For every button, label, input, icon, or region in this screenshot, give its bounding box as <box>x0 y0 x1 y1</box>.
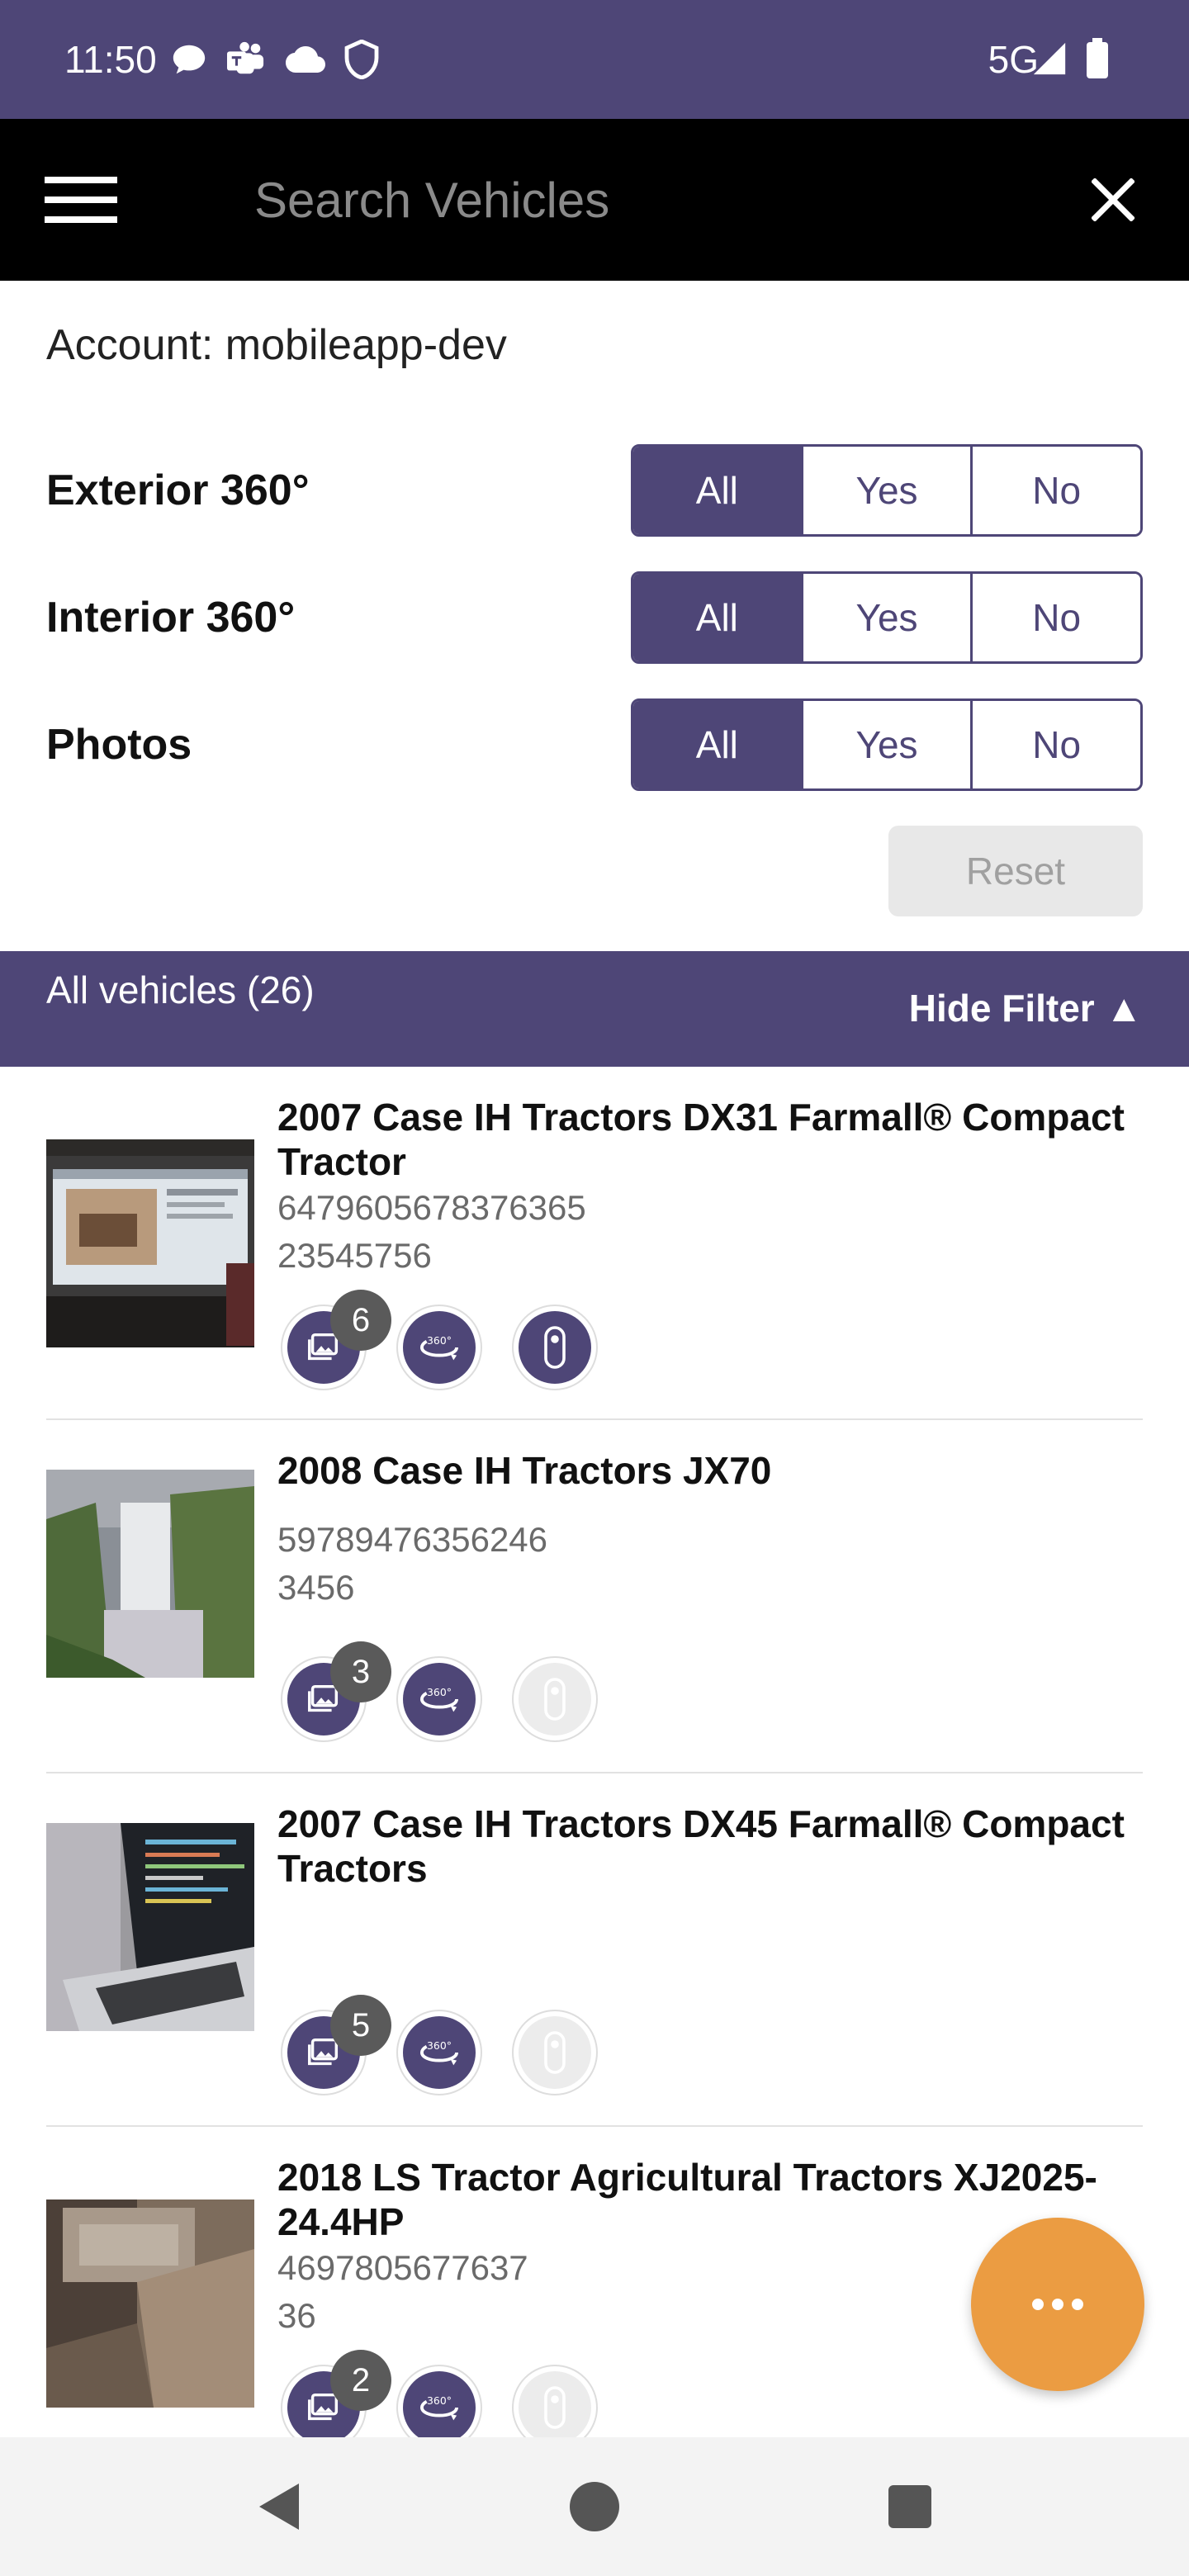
exterior-360-yes-option[interactable]: Yes <box>800 447 971 534</box>
back-button[interactable] <box>239 2477 319 2536</box>
teams-icon <box>225 40 268 78</box>
exterior-360-icon: 360° <box>420 2394 458 2421</box>
media-badges: 6 360° <box>281 1290 598 1390</box>
photos-toggle-group: All Yes No <box>631 698 1143 791</box>
status-time: 11:50 <box>64 38 157 81</box>
exterior-360-badge[interactable]: 360° <box>396 1305 482 1390</box>
photos-all-option[interactable]: All <box>633 701 801 788</box>
interior-360-all-option[interactable]: All <box>633 574 801 661</box>
cloud-icon <box>284 43 327 76</box>
list-item[interactable]: 2007 Case IH Tractors DX31 Farmall® Comp… <box>46 1067 1143 1420</box>
recents-button[interactable] <box>870 2477 950 2536</box>
battery-icon <box>1085 38 1110 83</box>
vehicle-thumbnail <box>46 1470 254 1678</box>
vehicle-thumbnail <box>46 1139 254 1347</box>
photo-count: 6 <box>330 1290 391 1351</box>
exterior-360-badge[interactable]: 360° <box>396 2010 482 2095</box>
photo-count: 5 <box>330 1995 391 2056</box>
svg-text:360°: 360° <box>427 1334 452 1347</box>
photos-badge[interactable]: 6 <box>281 1290 391 1390</box>
results-header: All vehicles (26) Hide Filter ▲ <box>0 951 1189 1067</box>
vehicle-thumbnail <box>46 2200 254 2408</box>
shield-icon <box>343 40 380 79</box>
filter-exterior-360: Exterior 360° All Yes No <box>46 444 1143 537</box>
photo-count: 3 <box>330 1641 391 1702</box>
exterior-360-badge[interactable]: 360° <box>396 1656 482 1742</box>
search-input[interactable] <box>254 165 1047 234</box>
interior-360-no-option[interactable]: No <box>970 574 1140 661</box>
interior-360-badge[interactable] <box>512 1305 598 1390</box>
interior-360-camera-icon <box>544 2031 566 2074</box>
photos-badge[interactable]: 2 <box>281 2350 391 2437</box>
filter-label: Photos <box>46 721 192 769</box>
list-item[interactable]: 2008 Case IH Tractors JX70 5978947635624… <box>46 1420 1143 1773</box>
interior-360-camera-icon <box>544 1678 566 1721</box>
exterior-360-all-option[interactable]: All <box>633 447 801 534</box>
media-badges: 2 360° <box>281 2350 598 2437</box>
search-toolbar <box>0 119 1189 281</box>
svg-text:360°: 360° <box>427 2394 452 2407</box>
vehicle-title: 2007 Case IH Tractors DX45 Farmall® Comp… <box>277 1802 1125 1890</box>
more-options-fab[interactable] <box>971 2218 1144 2391</box>
photos-badge[interactable]: 3 <box>281 1641 391 1742</box>
photos-no-option[interactable]: No <box>970 701 1140 788</box>
hamburger-menu-icon <box>45 177 117 223</box>
interior-360-badge[interactable] <box>512 2010 598 2095</box>
vehicle-info: 2008 Case IH Tractors JX70 5978947635624… <box>277 1448 1136 1612</box>
vehicle-title: 2018 LS Tractor Agricultural Tractors XJ… <box>277 2156 1097 2243</box>
filter-label: Interior 360° <box>46 594 296 642</box>
interior-360-badge[interactable] <box>512 2365 598 2437</box>
vehicle-info: 2007 Case IH Tractors DX45 Farmall® Comp… <box>277 1802 1136 1891</box>
filter-photos: Photos All Yes No <box>46 698 1143 791</box>
filter-label: Exterior 360° <box>46 466 310 514</box>
vehicle-serial: 3456 <box>277 1568 355 1607</box>
signal-icon <box>1030 40 1068 82</box>
interior-360-toggle-group: All Yes No <box>631 571 1143 664</box>
interior-360-yes-option[interactable]: Yes <box>800 574 971 661</box>
svg-text:360°: 360° <box>427 1686 452 1698</box>
filter-interior-360: Interior 360° All Yes No <box>46 571 1143 664</box>
exterior-360-icon: 360° <box>420 2039 458 2066</box>
vehicle-stock-number: 59789476356246 <box>277 1520 548 1559</box>
media-badges: 3 360° <box>281 1641 598 1742</box>
exterior-360-badge[interactable]: 360° <box>396 2365 482 2437</box>
close-search-button[interactable] <box>1073 170 1153 230</box>
reset-button[interactable]: Reset <box>888 826 1143 916</box>
more-dots-icon <box>1032 2299 1083 2310</box>
list-item[interactable]: 2007 Case IH Tractors DX45 Farmall® Comp… <box>46 1773 1143 2127</box>
photos-yes-option[interactable]: Yes <box>800 701 971 788</box>
vehicle-count: All vehicles (26) <box>46 968 315 1011</box>
recents-square-icon <box>888 2485 931 2528</box>
home-button[interactable] <box>555 2477 634 2536</box>
photo-count: 2 <box>330 2350 391 2411</box>
home-circle-icon <box>570 2482 619 2531</box>
chat-bubble-icon <box>170 40 208 78</box>
interior-360-camera-icon <box>544 1326 566 1369</box>
interior-360-badge[interactable] <box>512 1656 598 1742</box>
exterior-360-icon: 360° <box>420 1686 458 1712</box>
svg-text:360°: 360° <box>427 2039 452 2052</box>
exterior-360-no-option[interactable]: No <box>970 447 1140 534</box>
vehicle-title: 2007 Case IH Tractors DX31 Farmall® Comp… <box>277 1096 1125 1183</box>
vehicle-stock-number: 6479605678376365 <box>277 1188 586 1227</box>
exterior-360-toggle-group: All Yes No <box>631 444 1143 537</box>
back-triangle-icon <box>259 2484 299 2530</box>
vehicle-serial: 23545756 <box>277 1236 432 1275</box>
interior-360-camera-icon <box>544 2386 566 2429</box>
vehicle-thumbnail <box>46 1823 254 2031</box>
status-bar: 11:50 5G <box>0 0 1189 119</box>
photos-badge[interactable]: 5 <box>281 1995 391 2095</box>
system-nav-bar <box>0 2437 1189 2576</box>
status-notification-icons <box>170 36 380 83</box>
account-label: Account: mobileapp-dev <box>46 321 507 369</box>
media-badges: 5 360° <box>281 1995 598 2095</box>
exterior-360-icon: 360° <box>420 1334 458 1361</box>
hide-filter-button[interactable]: Hide Filter ▲ <box>909 986 1143 1030</box>
vehicle-info: 2007 Case IH Tractors DX31 Farmall® Comp… <box>277 1095 1136 1280</box>
menu-button[interactable] <box>33 170 129 230</box>
vehicle-title: 2008 Case IH Tractors JX70 <box>277 1449 772 1492</box>
close-icon <box>1092 178 1135 221</box>
